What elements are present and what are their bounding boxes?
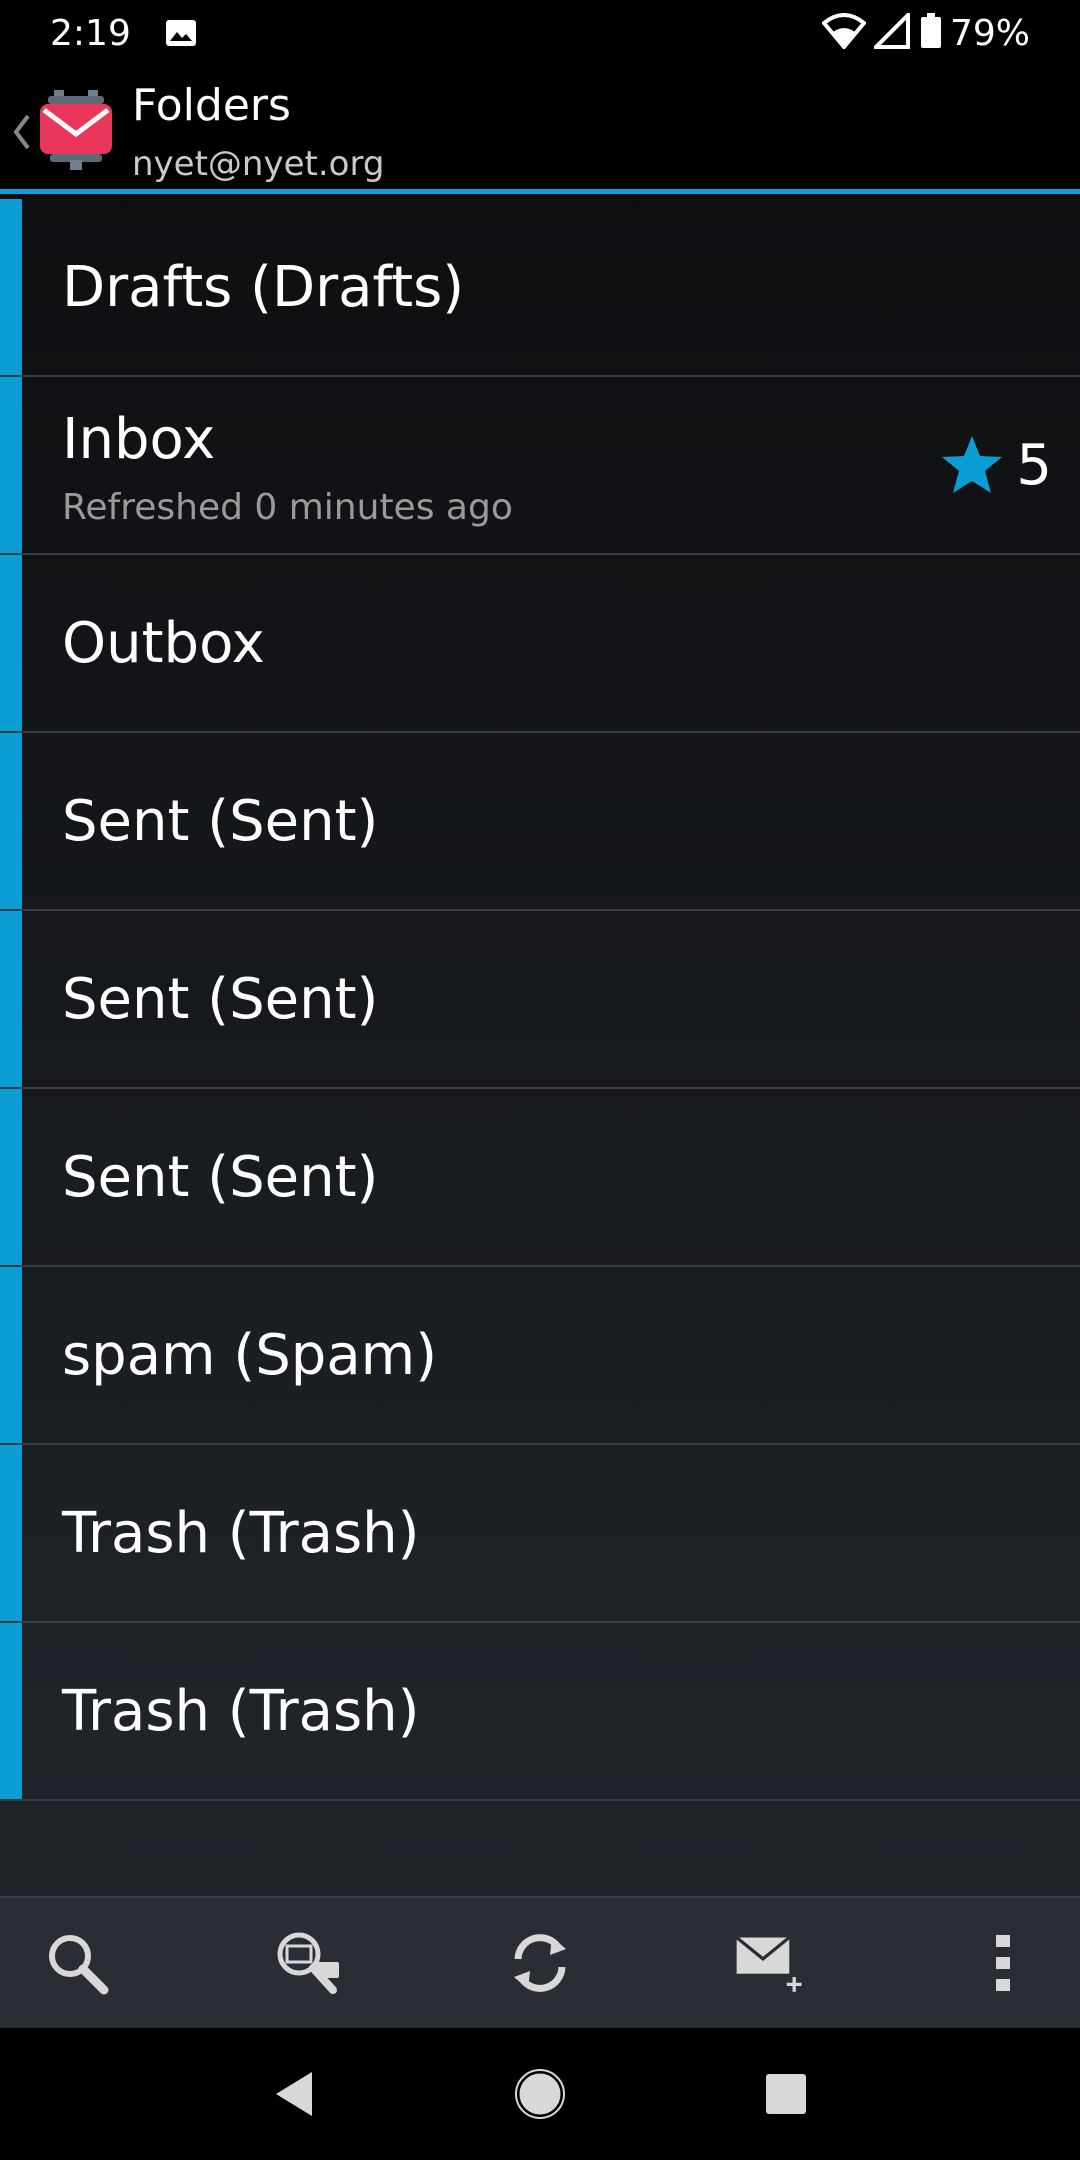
folder-list: Drafts (Drafts) Inbox Refreshed 0 minute… [0, 199, 1080, 1801]
folder-name: Drafts (Drafts) [62, 254, 465, 320]
folder-row-outbox[interactable]: Outbox [0, 555, 1080, 733]
image-notification-icon [165, 19, 197, 47]
chevron-left-icon [13, 114, 30, 150]
folder-name: Trash (Trash) [62, 1500, 420, 1566]
folder-name: Sent (Sent) [62, 1144, 379, 1210]
back-icon [276, 2072, 312, 2116]
folder-row-trash[interactable]: Trash (Trash) [0, 1445, 1080, 1623]
account-email: nyet@nyet.org [132, 144, 385, 184]
status-time: 2:19 [50, 12, 131, 54]
search-remote-icon [277, 1932, 339, 1994]
refresh-button[interactable] [503, 1926, 577, 2000]
flagged-count[interactable]: 5 [940, 377, 1052, 553]
folder-row-spam[interactable]: spam (Spam) [0, 1267, 1080, 1445]
cell-signal-icon [871, 10, 912, 53]
recents-icon [766, 2074, 806, 2114]
nav-back-button[interactable] [266, 2066, 322, 2122]
status-bar: 2:19 79% [0, 0, 1080, 66]
folder-name: spam (Spam) [62, 1322, 438, 1388]
folder-row-sent[interactable]: Sent (Sent) [0, 733, 1080, 911]
wifi-icon [821, 13, 867, 53]
refresh-icon [514, 1934, 566, 1992]
nav-recents-button[interactable] [758, 2066, 814, 2122]
nav-home-button[interactable] [512, 2066, 568, 2122]
battery-icon [920, 13, 942, 53]
compose-icon [735, 1936, 802, 1992]
folder-name: Inbox [62, 407, 216, 472]
screen: 2:19 79% Folders nyet@nyet.org Drafts (D… [0, 0, 1080, 2160]
overflow-menu-button[interactable] [966, 1926, 1040, 2000]
battery-percent: 79% [949, 12, 1030, 54]
folder-name: Trash (Trash) [62, 1678, 420, 1744]
page-title: Folders [132, 80, 291, 131]
search-button[interactable] [40, 1926, 114, 2000]
search-remote-button[interactable] [272, 1926, 346, 2000]
action-bar: Folders nyet@nyet.org [0, 66, 1080, 194]
folder-count: 5 [1016, 432, 1052, 498]
search-icon [49, 1935, 109, 1995]
system-nav-bar [0, 2028, 1080, 2160]
folder-name: Sent (Sent) [62, 966, 379, 1032]
folder-refresh-status: Refreshed 0 minutes ago [62, 487, 513, 528]
star-icon [940, 434, 1004, 496]
home-icon [515, 2069, 565, 2119]
app-logo-icon [40, 90, 112, 170]
bottom-toolbar [0, 1896, 1080, 2028]
status-icons: 79% [821, 10, 1030, 54]
folder-row-sent[interactable]: Sent (Sent) [0, 1089, 1080, 1267]
folder-name: Outbox [62, 610, 265, 676]
folder-row-inbox[interactable]: Inbox Refreshed 0 minutes ago 5 [0, 377, 1080, 555]
folder-name: Sent (Sent) [62, 788, 379, 854]
overflow-menu-icon [996, 1935, 1010, 1991]
compose-button[interactable] [735, 1926, 809, 2000]
folder-row-sent[interactable]: Sent (Sent) [0, 911, 1080, 1089]
folder-row-trash[interactable]: Trash (Trash) [0, 1623, 1080, 1801]
folder-row-drafts[interactable]: Drafts (Drafts) [0, 199, 1080, 377]
